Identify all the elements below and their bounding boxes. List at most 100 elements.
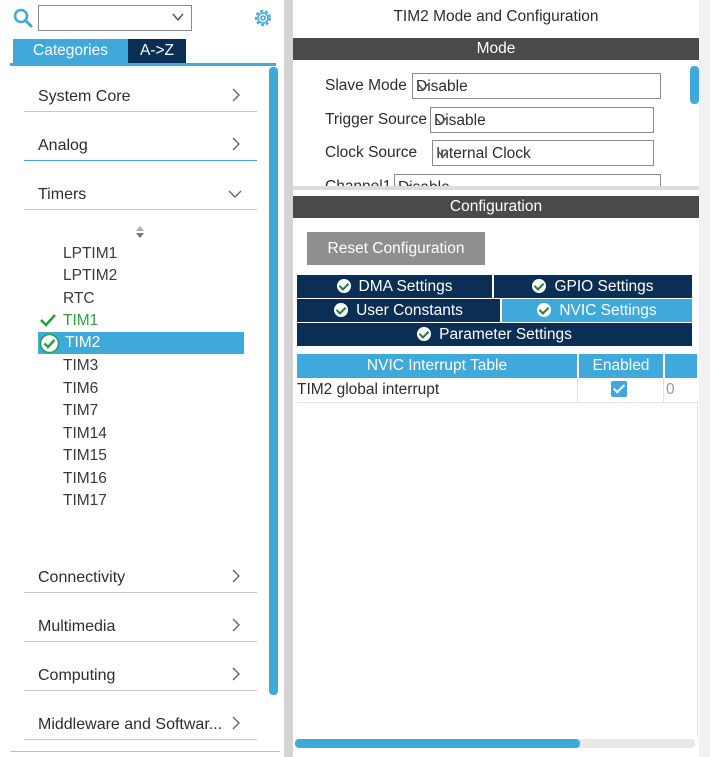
category-label: Middleware and Softwar...: [38, 716, 223, 733]
check-icon: [40, 313, 56, 332]
tab-label: GPIO Settings: [554, 278, 654, 295]
chevron-down-icon: [434, 114, 645, 132]
tab-label: Parameter Settings: [439, 326, 572, 343]
window-edge: [699, 0, 710, 757]
divider: [297, 402, 697, 403]
category-analog[interactable]: Analog: [24, 131, 257, 161]
timer-item-tim2[interactable]: TIM2: [65, 332, 100, 354]
category-label: Analog: [38, 137, 88, 154]
chevron-right-icon: [231, 568, 241, 589]
divider: [24, 111, 257, 112]
reset-configuration-button[interactable]: Reset Configuration: [307, 232, 485, 265]
trigger-source-select[interactable]: Disable: [430, 107, 654, 133]
divider: [24, 690, 257, 691]
timer-item-tim6[interactable]: TIM6: [63, 378, 98, 400]
timer-item-tim14[interactable]: TIM14: [63, 423, 107, 445]
chevron-right-icon: [231, 666, 241, 687]
check-circle-icon: [336, 279, 351, 293]
divider: [10, 751, 280, 752]
tabs-underline: [10, 63, 276, 66]
configuration-header: Configuration: [293, 196, 699, 218]
timer-item-tim16[interactable]: TIM16: [63, 468, 107, 490]
tab-label: NVIC Settings: [559, 302, 657, 319]
tab-label: DMA Settings: [358, 278, 453, 295]
timer-item-tim15[interactable]: TIM15: [63, 445, 107, 467]
chevron-right-icon: [231, 87, 241, 108]
timer-item-tim3[interactable]: TIM3: [63, 355, 98, 377]
slave-mode-select[interactable]: Disable: [412, 73, 661, 99]
timer-item-rtc[interactable]: RTC: [63, 288, 95, 310]
divider: [24, 641, 257, 642]
divider: [24, 160, 257, 161]
tab-dma-settings[interactable]: DMA Settings: [297, 275, 492, 298]
interrupt-name-cell[interactable]: TIM2 global interrupt: [297, 378, 577, 402]
horizontal-scrollbar-thumb[interactable]: [295, 739, 580, 748]
mode-section: Slave Mode Disable Trigger Source Disabl…: [293, 60, 688, 187]
clock-source-label: Clock Source: [325, 144, 418, 161]
clock-source-select[interactable]: Internal Clock: [432, 140, 654, 166]
trigger-source-row: Trigger Source Disable: [325, 107, 654, 133]
timer-item-lptim2[interactable]: LPTIM2: [63, 265, 117, 287]
panel-splitter[interactable]: [284, 0, 293, 757]
divider: [663, 378, 664, 402]
chevron-down-icon: [227, 186, 243, 204]
category-connectivity[interactable]: Connectivity: [24, 563, 257, 593]
category-tabs: Categories A->Z: [10, 39, 276, 64]
category-computing[interactable]: Computing: [24, 661, 257, 691]
clock-source-row: Clock Source Internal Clock: [325, 140, 654, 166]
sidebar-scrollbar-thumb[interactable]: [269, 67, 278, 695]
check-circle-icon: [39, 333, 60, 359]
category-label: System Core: [38, 88, 131, 105]
divider: [24, 209, 257, 210]
timer-item-tim1[interactable]: TIM1: [63, 310, 98, 332]
column-header-enabled[interactable]: Enabled: [579, 354, 663, 378]
mode-header: Mode: [293, 38, 699, 60]
divider: [24, 592, 257, 593]
chevron-right-icon: [231, 617, 241, 638]
category-label: Multimedia: [38, 618, 116, 635]
tab-nvic-settings[interactable]: NVIC Settings: [502, 299, 692, 322]
category-label: Computing: [38, 667, 116, 684]
chevron-right-icon: [231, 715, 241, 736]
priority-cell[interactable]: 0: [666, 378, 696, 402]
category-timers[interactable]: Timers: [24, 180, 257, 210]
tab-label: User Constants: [356, 302, 463, 319]
divider: [577, 378, 578, 402]
mode-section-divider[interactable]: [293, 186, 699, 190]
categories-panel: Categories A->Z System Core Analog Timer…: [0, 0, 284, 757]
trigger-source-label: Trigger Source: [325, 111, 427, 128]
tab-user-constants[interactable]: User Constants: [297, 299, 500, 322]
slave-mode-label: Slave Mode: [325, 77, 407, 94]
chevron-right-icon: [231, 136, 241, 157]
chevron-down-icon[interactable]: [171, 10, 185, 29]
page-title: TIM2 Mode and Configuration: [393, 8, 599, 25]
configuration-panel: TIM2 Mode and Configuration Mode Slave M…: [293, 0, 710, 757]
category-multimedia[interactable]: Multimedia: [24, 612, 257, 642]
mode-scrollbar-thumb[interactable]: [690, 66, 699, 104]
timer-item-tim7[interactable]: TIM7: [63, 400, 98, 422]
timer-item-tim17[interactable]: TIM17: [63, 490, 107, 512]
tab-parameter-settings[interactable]: Parameter Settings: [297, 323, 692, 346]
tab-a-to-z[interactable]: A->Z: [128, 39, 186, 63]
tab-categories[interactable]: Categories: [13, 39, 128, 63]
check-circle-icon: [532, 279, 547, 293]
gear-icon[interactable]: [252, 7, 274, 34]
chevron-down-icon: [436, 147, 645, 165]
enabled-checkbox[interactable]: [611, 381, 627, 397]
check-circle-icon: [417, 327, 432, 341]
chevron-down-icon: [416, 80, 652, 98]
category-system-core[interactable]: System Core: [24, 82, 257, 112]
category-middleware[interactable]: Middleware and Softwar...: [24, 710, 257, 740]
slave-mode-row: Slave Mode Disable: [325, 73, 661, 99]
column-header-interrupt[interactable]: NVIC Interrupt Table: [297, 354, 577, 378]
search-input[interactable]: [38, 5, 192, 31]
divider: [697, 402, 698, 737]
check-circle-icon: [334, 303, 349, 317]
sort-icon[interactable]: [134, 225, 146, 244]
timer-item-lptim1[interactable]: LPTIM1: [63, 243, 117, 265]
tab-gpio-settings[interactable]: GPIO Settings: [494, 275, 692, 298]
search-icon[interactable]: [12, 7, 34, 34]
column-header-priority[interactable]: [665, 354, 697, 378]
category-label: Timers: [38, 186, 87, 203]
check-circle-icon: [537, 303, 552, 317]
